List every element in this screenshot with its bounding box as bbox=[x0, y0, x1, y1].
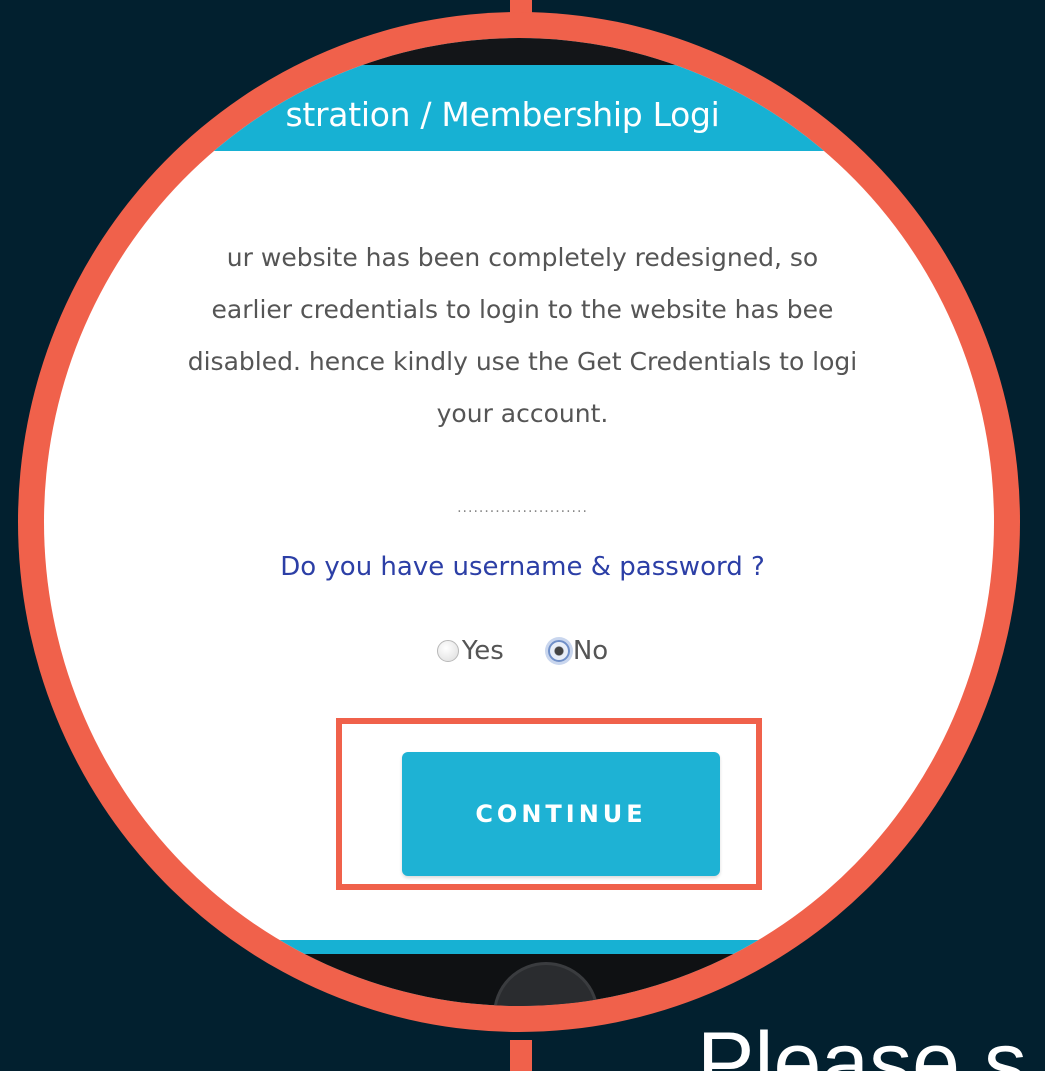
login-footer-bar bbox=[44, 940, 994, 954]
login-header-title: stration / Membership Logi bbox=[285, 95, 720, 134]
tutorial-stage: stration / Membership Logi ur website ha… bbox=[0, 0, 1045, 1071]
radio-yes-label: Yes bbox=[461, 636, 504, 666]
magnifier-lens: stration / Membership Logi ur website ha… bbox=[44, 38, 994, 1006]
radio-option-no[interactable]: No bbox=[547, 636, 609, 666]
message-line: ur website has been completely redesigne… bbox=[226, 243, 819, 272]
callout-connector-bottom bbox=[510, 1040, 532, 1071]
message-line: earlier credentials to login to the webs… bbox=[211, 295, 834, 324]
radio-yes-icon[interactable] bbox=[436, 640, 459, 662]
zoomed-screen: stration / Membership Logi ur website ha… bbox=[44, 38, 994, 1006]
continue-highlight-box bbox=[336, 718, 762, 890]
dotted-separator: ........................ bbox=[457, 500, 588, 516]
radio-no-checked-icon[interactable] bbox=[547, 640, 570, 662]
message-line: disabled. hence kindly use the Get Crede… bbox=[187, 347, 858, 376]
instruction-caption: Please s bbox=[697, 1015, 1027, 1071]
redesign-message: ur website has been completely redesigne… bbox=[60, 232, 985, 440]
credentials-radio-group: Yes No bbox=[44, 636, 994, 666]
radio-no-label: No bbox=[572, 636, 609, 666]
credentials-question: Do you have username & password ? bbox=[280, 552, 765, 582]
radio-option-yes[interactable]: Yes bbox=[436, 636, 504, 666]
screen-top-frame bbox=[44, 38, 994, 65]
message-line: your account. bbox=[436, 399, 609, 428]
